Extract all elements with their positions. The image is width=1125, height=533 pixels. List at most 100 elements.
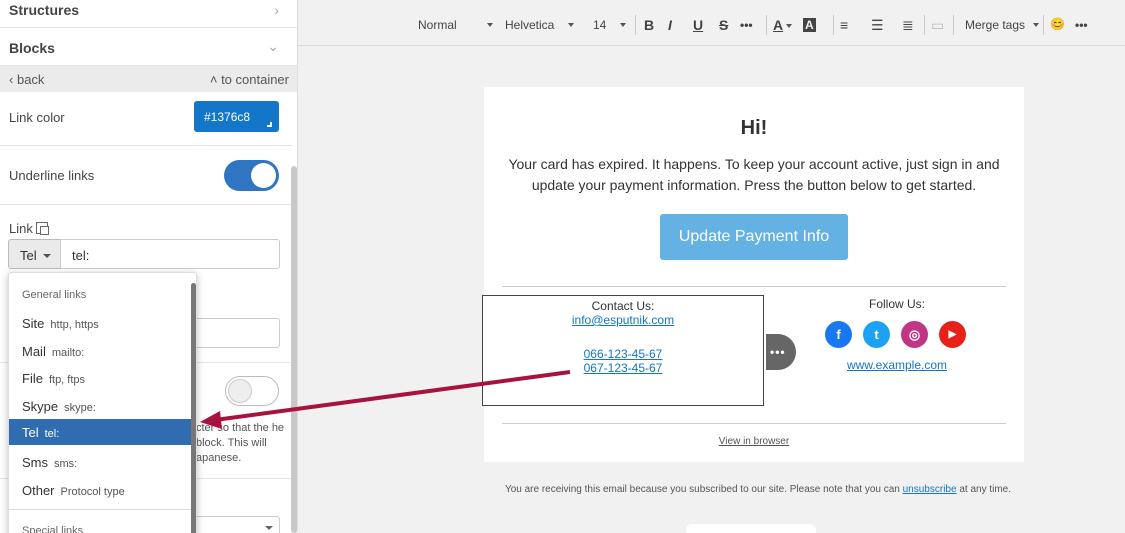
structures-section[interactable]: Structures ›	[0, 0, 297, 28]
font-select[interactable]: Helvetica	[505, 18, 575, 32]
emoji-icon[interactable]: 😊	[1050, 17, 1065, 31]
phone-link-1[interactable]: 066-123-45-67	[483, 347, 763, 361]
chevron-up-icon: ˄	[209, 72, 218, 87]
email-canvas: Normal Helvetica 14 B I U S ••• A A ≡ ☰ …	[297, 0, 1125, 533]
link-color-picker[interactable]: #1376c8	[194, 101, 279, 132]
dropdown-scrollbar[interactable]	[191, 283, 196, 533]
external-link-icon[interactable]	[35, 222, 49, 235]
general-links-header: General links	[22, 289, 87, 301]
format-value: Normal	[418, 18, 457, 32]
option-file[interactable]: File ftp, ftps	[9, 365, 191, 391]
youtube-icon[interactable]: ▶	[939, 321, 966, 348]
facebook-icon[interactable]: f	[825, 321, 852, 348]
back-button[interactable]: ‹ back	[9, 72, 44, 87]
chevron-down-icon: ⌄	[267, 38, 279, 54]
option-label: Sms	[22, 455, 48, 470]
more-formatting-button[interactable]: •••	[740, 18, 753, 32]
social-icons: f t ◎ ▶	[825, 321, 970, 349]
text-color-button[interactable]: A	[773, 17, 793, 33]
strikethrough-button[interactable]: S	[719, 17, 728, 33]
list-icon[interactable]: ☰	[871, 17, 884, 34]
twitter-icon[interactable]: t	[863, 321, 890, 348]
link-icon[interactable]: ▭	[931, 17, 944, 34]
italic-button[interactable]: I	[668, 17, 672, 33]
footer-end-text: at any time.	[959, 484, 1012, 495]
caret-down-icon	[1033, 23, 1040, 27]
navigation-bar: ‹ back ˄ to container	[0, 66, 297, 92]
email-footer[interactable]: You are receiving this email because you…	[488, 482, 1028, 498]
option-protocol: mailto:	[51, 347, 85, 359]
underline-links-label: Underline links	[9, 168, 95, 183]
dropdown-divider	[9, 509, 191, 510]
partial-input-field[interactable]	[194, 318, 280, 348]
website-link[interactable]: www.example.com	[784, 358, 1010, 372]
special-links-header: Special links	[22, 525, 84, 533]
option-label: File	[22, 371, 43, 386]
option-site[interactable]: Site http, https	[9, 310, 191, 336]
caret-down-icon	[265, 526, 273, 530]
back-label: back	[16, 72, 45, 87]
underline-links-toggle[interactable]	[224, 160, 279, 191]
to-container-button[interactable]: ˄ to container	[210, 72, 289, 87]
more-options-button[interactable]: •••	[1075, 18, 1088, 32]
size-value: 14	[593, 18, 607, 32]
option-tel[interactable]: Tel tel:	[9, 419, 191, 445]
line-height-icon[interactable]: ≣	[902, 17, 914, 34]
option-other[interactable]: Other Protocol type	[9, 477, 191, 503]
contact-block[interactable]: Contact Us: info@esputnik.com 066-123-45…	[482, 295, 764, 406]
option-protocol: sms:	[54, 458, 78, 470]
option-protocol: ftp, ftps	[48, 374, 86, 386]
update-payment-button[interactable]: Update Payment Info	[660, 214, 848, 260]
option-skype[interactable]: Skype skype:	[9, 393, 191, 419]
chevron-right-icon: ›	[274, 2, 279, 18]
option-label: Tel	[22, 425, 39, 440]
email-title[interactable]: Hi!	[484, 117, 1024, 140]
option-sms[interactable]: Sms sms:	[9, 449, 191, 475]
caret-down-icon	[620, 23, 627, 27]
blocks-label: Blocks	[9, 40, 55, 56]
blocks-section[interactable]: Blocks ⌄	[0, 28, 297, 66]
caret-down-icon	[486, 23, 493, 27]
link-type-dropdown: General links Site http, https Mail mailto…	[8, 272, 197, 533]
follow-title: Follow Us:	[868, 297, 925, 311]
toolbar-separator	[766, 15, 767, 35]
caret-down-icon	[43, 254, 51, 258]
merge-tags-select[interactable]: Merge tags	[965, 18, 1040, 32]
contact-title: Contact Us:	[591, 299, 655, 313]
link-url-value: tel:	[72, 248, 90, 263]
footer-block[interactable]	[686, 524, 816, 533]
link-label: Link	[9, 221, 33, 236]
instagram-icon[interactable]: ◎	[901, 321, 928, 348]
chevron-left-icon: ‹	[9, 72, 14, 87]
bold-button[interactable]: B	[644, 17, 654, 33]
text-toolbar: Normal Helvetica 14 B I U S ••• A A ≡ ☰ …	[298, 0, 1125, 46]
background-color-button[interactable]: A	[803, 18, 816, 32]
to-container-label: to container	[221, 72, 289, 87]
format-select[interactable]: Normal	[418, 18, 493, 32]
merge-tags-label: Merge tags	[965, 18, 1026, 32]
partial-select[interactable]	[194, 516, 280, 533]
email-body-text[interactable]: Your card has expired. It happens. To ke…	[504, 154, 1004, 196]
option-protocol: http, https	[50, 319, 99, 331]
contact-email-link[interactable]: info@esputnik.com	[483, 313, 763, 327]
link-type-select[interactable]: Tel	[8, 239, 61, 269]
link-url-input[interactable]: tel:	[60, 239, 280, 269]
size-select[interactable]: 14	[593, 18, 627, 32]
link-color-label: Link color	[9, 110, 65, 125]
option-label: Mail	[22, 344, 46, 359]
underline-button[interactable]: U	[693, 17, 703, 33]
font-value: Helvetica	[505, 18, 555, 32]
align-icon[interactable]: ≡	[840, 17, 848, 33]
toggle-knob	[251, 163, 276, 188]
link-color-value: #1376c8	[204, 110, 251, 124]
divider	[502, 286, 1006, 287]
view-in-browser-link[interactable]: View in browser	[484, 436, 1024, 447]
footer-text: You are receiving this email because you…	[504, 484, 900, 495]
option-label: Site	[22, 316, 45, 331]
unsubscribe-link[interactable]: unsubscribe	[903, 484, 957, 495]
resize-corner-icon	[267, 122, 272, 127]
phone-link-2[interactable]: 067-123-45-67	[483, 361, 763, 375]
toolbar-separator	[1043, 15, 1044, 35]
option-mail[interactable]: Mail mailto:	[9, 338, 191, 364]
link-type-value: Tel	[20, 248, 37, 263]
